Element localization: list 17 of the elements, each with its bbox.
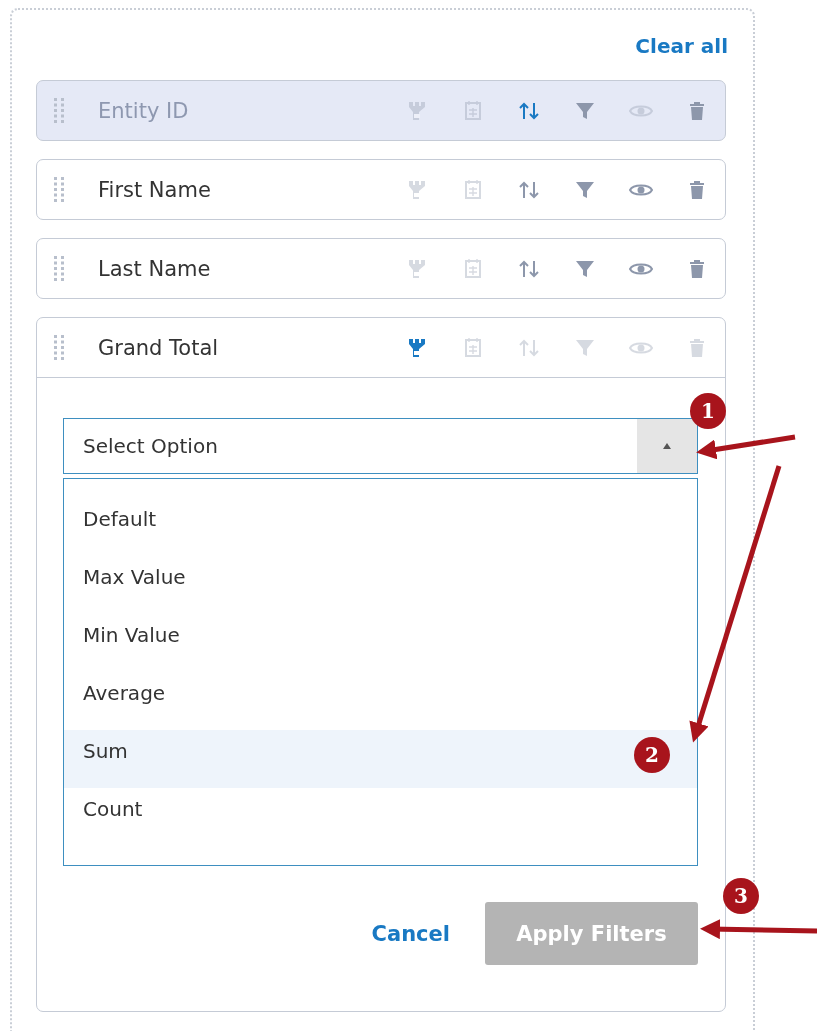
option-item[interactable]: Max Value [64,556,697,614]
drag-handle-icon[interactable] [54,255,64,282]
drag-handle-icon[interactable] [54,176,64,203]
option-item[interactable]: Default [64,498,697,556]
option-item[interactable]: Average [64,672,697,730]
clear-all-link[interactable]: Clear all [635,34,728,80]
select-field[interactable]: Select Option [63,418,698,474]
option-item[interactable]: Min Value [64,614,697,672]
column-name: Grand Total [98,335,220,360]
column-name: Last Name [98,256,212,281]
caret-icon [663,443,671,449]
step-badge: 3 [723,878,759,914]
drag-handle-icon[interactable] [54,334,64,361]
option-item[interactable]: Count [64,788,697,846]
cancel-link[interactable]: Cancel [371,921,450,946]
column-name: First Name [98,177,212,202]
column-name: Entity ID [98,98,190,123]
